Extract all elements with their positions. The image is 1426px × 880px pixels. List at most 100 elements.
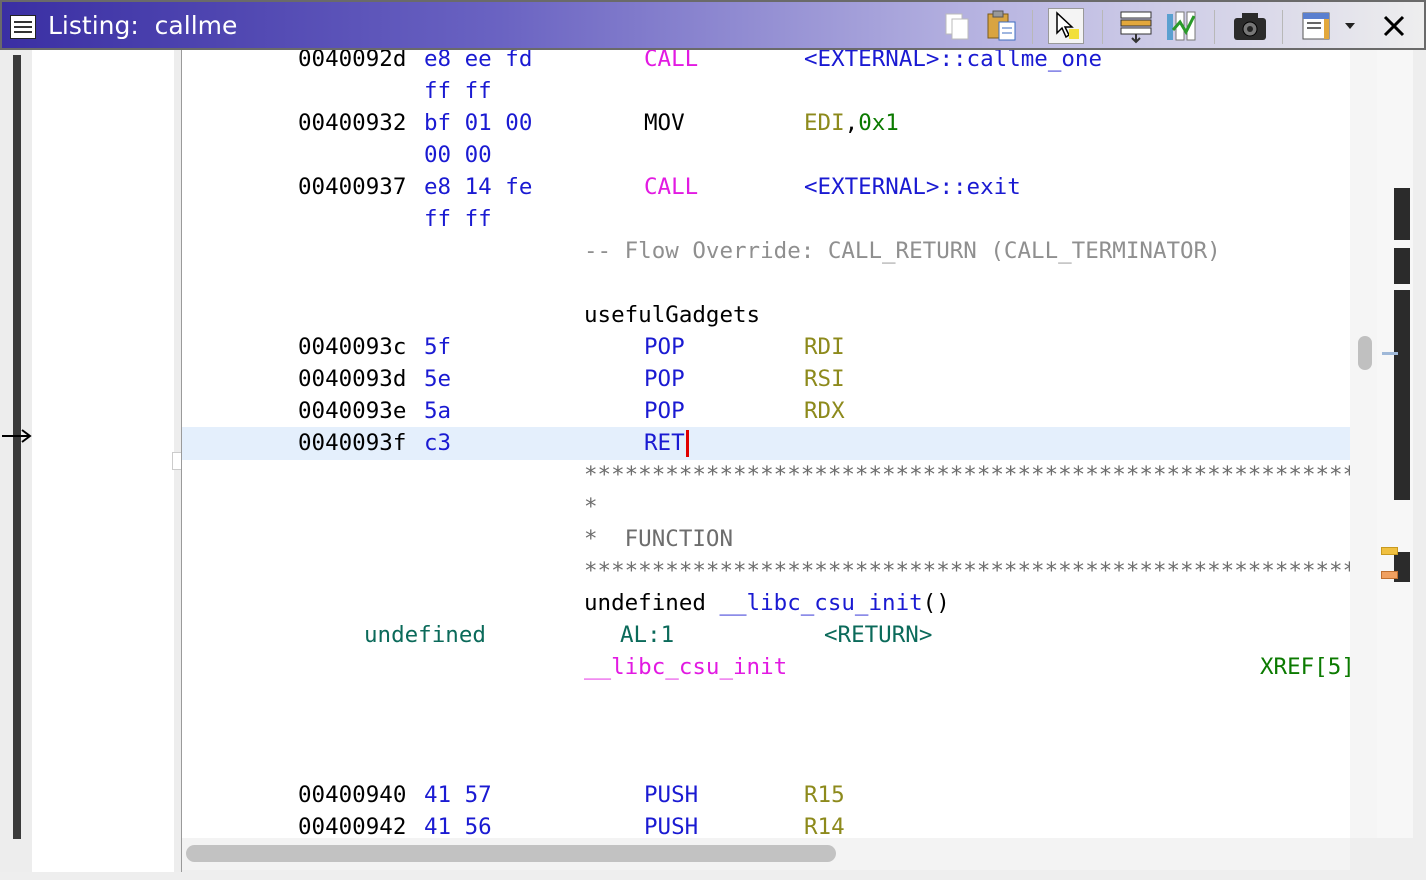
- mnemonic: PUSH: [644, 782, 699, 808]
- instruction-bytes: 41 56: [424, 814, 492, 838]
- close-icon[interactable]: [1376, 8, 1412, 44]
- instruction-bytes: 5e: [424, 366, 452, 392]
- instruction-bytes: e8 ee fd: [424, 50, 533, 72]
- function-signature[interactable]: undefined __libc_csu_init(): [584, 587, 950, 619]
- comment-text: *: [584, 494, 598, 520]
- comment-row: * FUNCTION: [182, 523, 1350, 555]
- comment-border: ****************************************…: [584, 558, 1350, 584]
- address: 0040093f: [298, 430, 407, 456]
- function-label[interactable]: __libc_csu_init: [584, 651, 787, 683]
- operand-immediate: 0x1: [858, 110, 899, 136]
- text-cursor: [686, 430, 689, 457]
- mnemonic: POP: [644, 334, 685, 360]
- listing-window-icon: [10, 15, 36, 39]
- label[interactable]: usefulGadgets: [584, 299, 760, 331]
- mnemonic: POP: [644, 398, 685, 424]
- comment-border-row: ****************************************…: [182, 555, 1350, 587]
- overview-block[interactable]: [1394, 290, 1410, 500]
- operand-register: RDX: [804, 398, 845, 424]
- comment-border: ****************************************…: [584, 462, 1350, 488]
- overview-bookmark-marker[interactable]: [1381, 547, 1398, 555]
- instruction-row[interactable]: 00400937 e8 14 fe CALL <EXTERNAL>::exit: [182, 171, 1350, 203]
- operand-register: EDI: [804, 110, 845, 136]
- instruction-bytes: 5f: [424, 334, 452, 360]
- flow-override-comment: -- Flow Override: CALL_RETURN (CALL_TERM…: [584, 238, 1221, 264]
- address: 0040093d: [298, 366, 407, 392]
- function-name[interactable]: __libc_csu_init: [719, 590, 922, 616]
- operand[interactable]: <EXTERNAL>::exit: [804, 171, 1021, 203]
- label-row[interactable]: usefulGadgets: [182, 299, 1350, 331]
- operand-separator: ,: [844, 110, 859, 136]
- operand-register: R14: [804, 814, 845, 838]
- mnemonic: CALL: [644, 174, 699, 200]
- comment-border-row: ****************************************…: [182, 459, 1350, 491]
- mnemonic: RET: [644, 430, 685, 456]
- address: 00400942: [298, 814, 407, 838]
- dropdown-arrow-icon[interactable]: [1338, 8, 1362, 44]
- paste-icon[interactable]: [984, 8, 1020, 44]
- instruction-bytes: c3: [424, 430, 452, 456]
- function-args: (): [922, 590, 950, 616]
- overview-block[interactable]: [1394, 188, 1410, 240]
- instruction-row[interactable]: 00400932 bf 01 00 MOV EDI,0x1: [182, 107, 1350, 139]
- operand-register: R15: [804, 782, 845, 808]
- return-var-type: undefined: [364, 622, 486, 648]
- address: 00400932: [298, 110, 407, 136]
- bytes-continuation-row: 00 00: [182, 139, 1350, 171]
- navigation-margin-bar[interactable]: [13, 55, 21, 839]
- instruction-row[interactable]: 0040092d e8 ee fd CALL <EXTERNAL>::callm…: [182, 50, 1350, 75]
- instruction-bytes: ff ff: [424, 78, 492, 104]
- copy-icon[interactable]: [940, 8, 976, 44]
- instruction-row[interactable]: 00400940 41 57 PUSH R15: [182, 779, 1350, 811]
- selected-instruction-row[interactable]: 0040093f c3 RET: [182, 427, 1350, 460]
- snapshot-icon[interactable]: [1232, 8, 1268, 44]
- return-type: undefined: [584, 590, 706, 616]
- mnemonic: POP: [644, 366, 685, 392]
- window-options-icon[interactable]: [1300, 8, 1336, 44]
- horizontal-scroll-thumb[interactable]: [186, 845, 836, 862]
- instruction-bytes: ff ff: [424, 206, 492, 232]
- field-edit-icon[interactable]: [1118, 8, 1154, 44]
- overview-cursor-marker: [1382, 352, 1398, 355]
- listing-panel[interactable]: 0040092d e8 ee fd CALL <EXTERNAL>::callm…: [182, 50, 1350, 838]
- instruction-bytes: e8 14 fe: [424, 174, 533, 200]
- diff-icon[interactable]: [1164, 8, 1200, 44]
- xref-header[interactable]: XREF[5]: [1260, 651, 1350, 683]
- instruction-bytes: 00 00: [424, 142, 492, 168]
- comment-row: -- Flow Override: CALL_RETURN (CALL_TERM…: [182, 235, 1350, 267]
- function-label-row[interactable]: __libc_csu_init XREF[5]: [182, 651, 1350, 683]
- address: 0040093c: [298, 334, 407, 360]
- bytes-continuation-row: ff ff: [182, 203, 1350, 235]
- operand: EDI,0x1: [804, 107, 899, 139]
- instruction-bytes: 41 57: [424, 782, 492, 808]
- function-comment: * FUNCTION: [584, 526, 734, 552]
- instruction-row[interactable]: 0040093e 5a POP RDX: [182, 395, 1350, 427]
- address: 0040093e: [298, 398, 407, 424]
- function-signature-row[interactable]: undefined __libc_csu_init(): [182, 587, 1350, 619]
- window-title: Listing: callme: [48, 11, 238, 40]
- vertical-scrollbar[interactable]: [1350, 50, 1377, 838]
- instruction-row[interactable]: 0040093d 5e POP RSI: [182, 363, 1350, 395]
- listing-titlebar: Listing: callme: [0, 0, 1426, 50]
- return-variable-row[interactable]: undefined AL:1 <RETURN>: [182, 619, 1350, 651]
- mnemonic: PUSH: [644, 814, 699, 838]
- overview-block[interactable]: [1394, 248, 1410, 284]
- instruction-row[interactable]: 00400942 41 56 PUSH R14: [182, 811, 1350, 838]
- vertical-scroll-thumb[interactable]: [1358, 336, 1372, 370]
- return-var-name: <RETURN>: [824, 622, 933, 648]
- instruction-row[interactable]: 0040093c 5f POP RDI: [182, 331, 1350, 363]
- address: 00400937: [298, 174, 407, 200]
- mnemonic: MOV: [644, 110, 685, 136]
- comment-row: *: [182, 491, 1350, 523]
- select-cursor-icon[interactable]: [1048, 8, 1084, 44]
- current-location-arrow-icon: [2, 429, 32, 443]
- operand[interactable]: <EXTERNAL>::callme_one: [804, 50, 1102, 75]
- mnemonic: CALL: [644, 50, 699, 72]
- address: 0040092d: [298, 50, 407, 72]
- operand-register: RDI: [804, 334, 845, 360]
- marker-margin[interactable]: [32, 50, 174, 872]
- overview-function-marker[interactable]: [1381, 571, 1398, 579]
- operand-register: RSI: [804, 366, 845, 392]
- instruction-bytes: 5a: [424, 398, 452, 424]
- bytes-continuation-row: ff ff: [182, 75, 1350, 107]
